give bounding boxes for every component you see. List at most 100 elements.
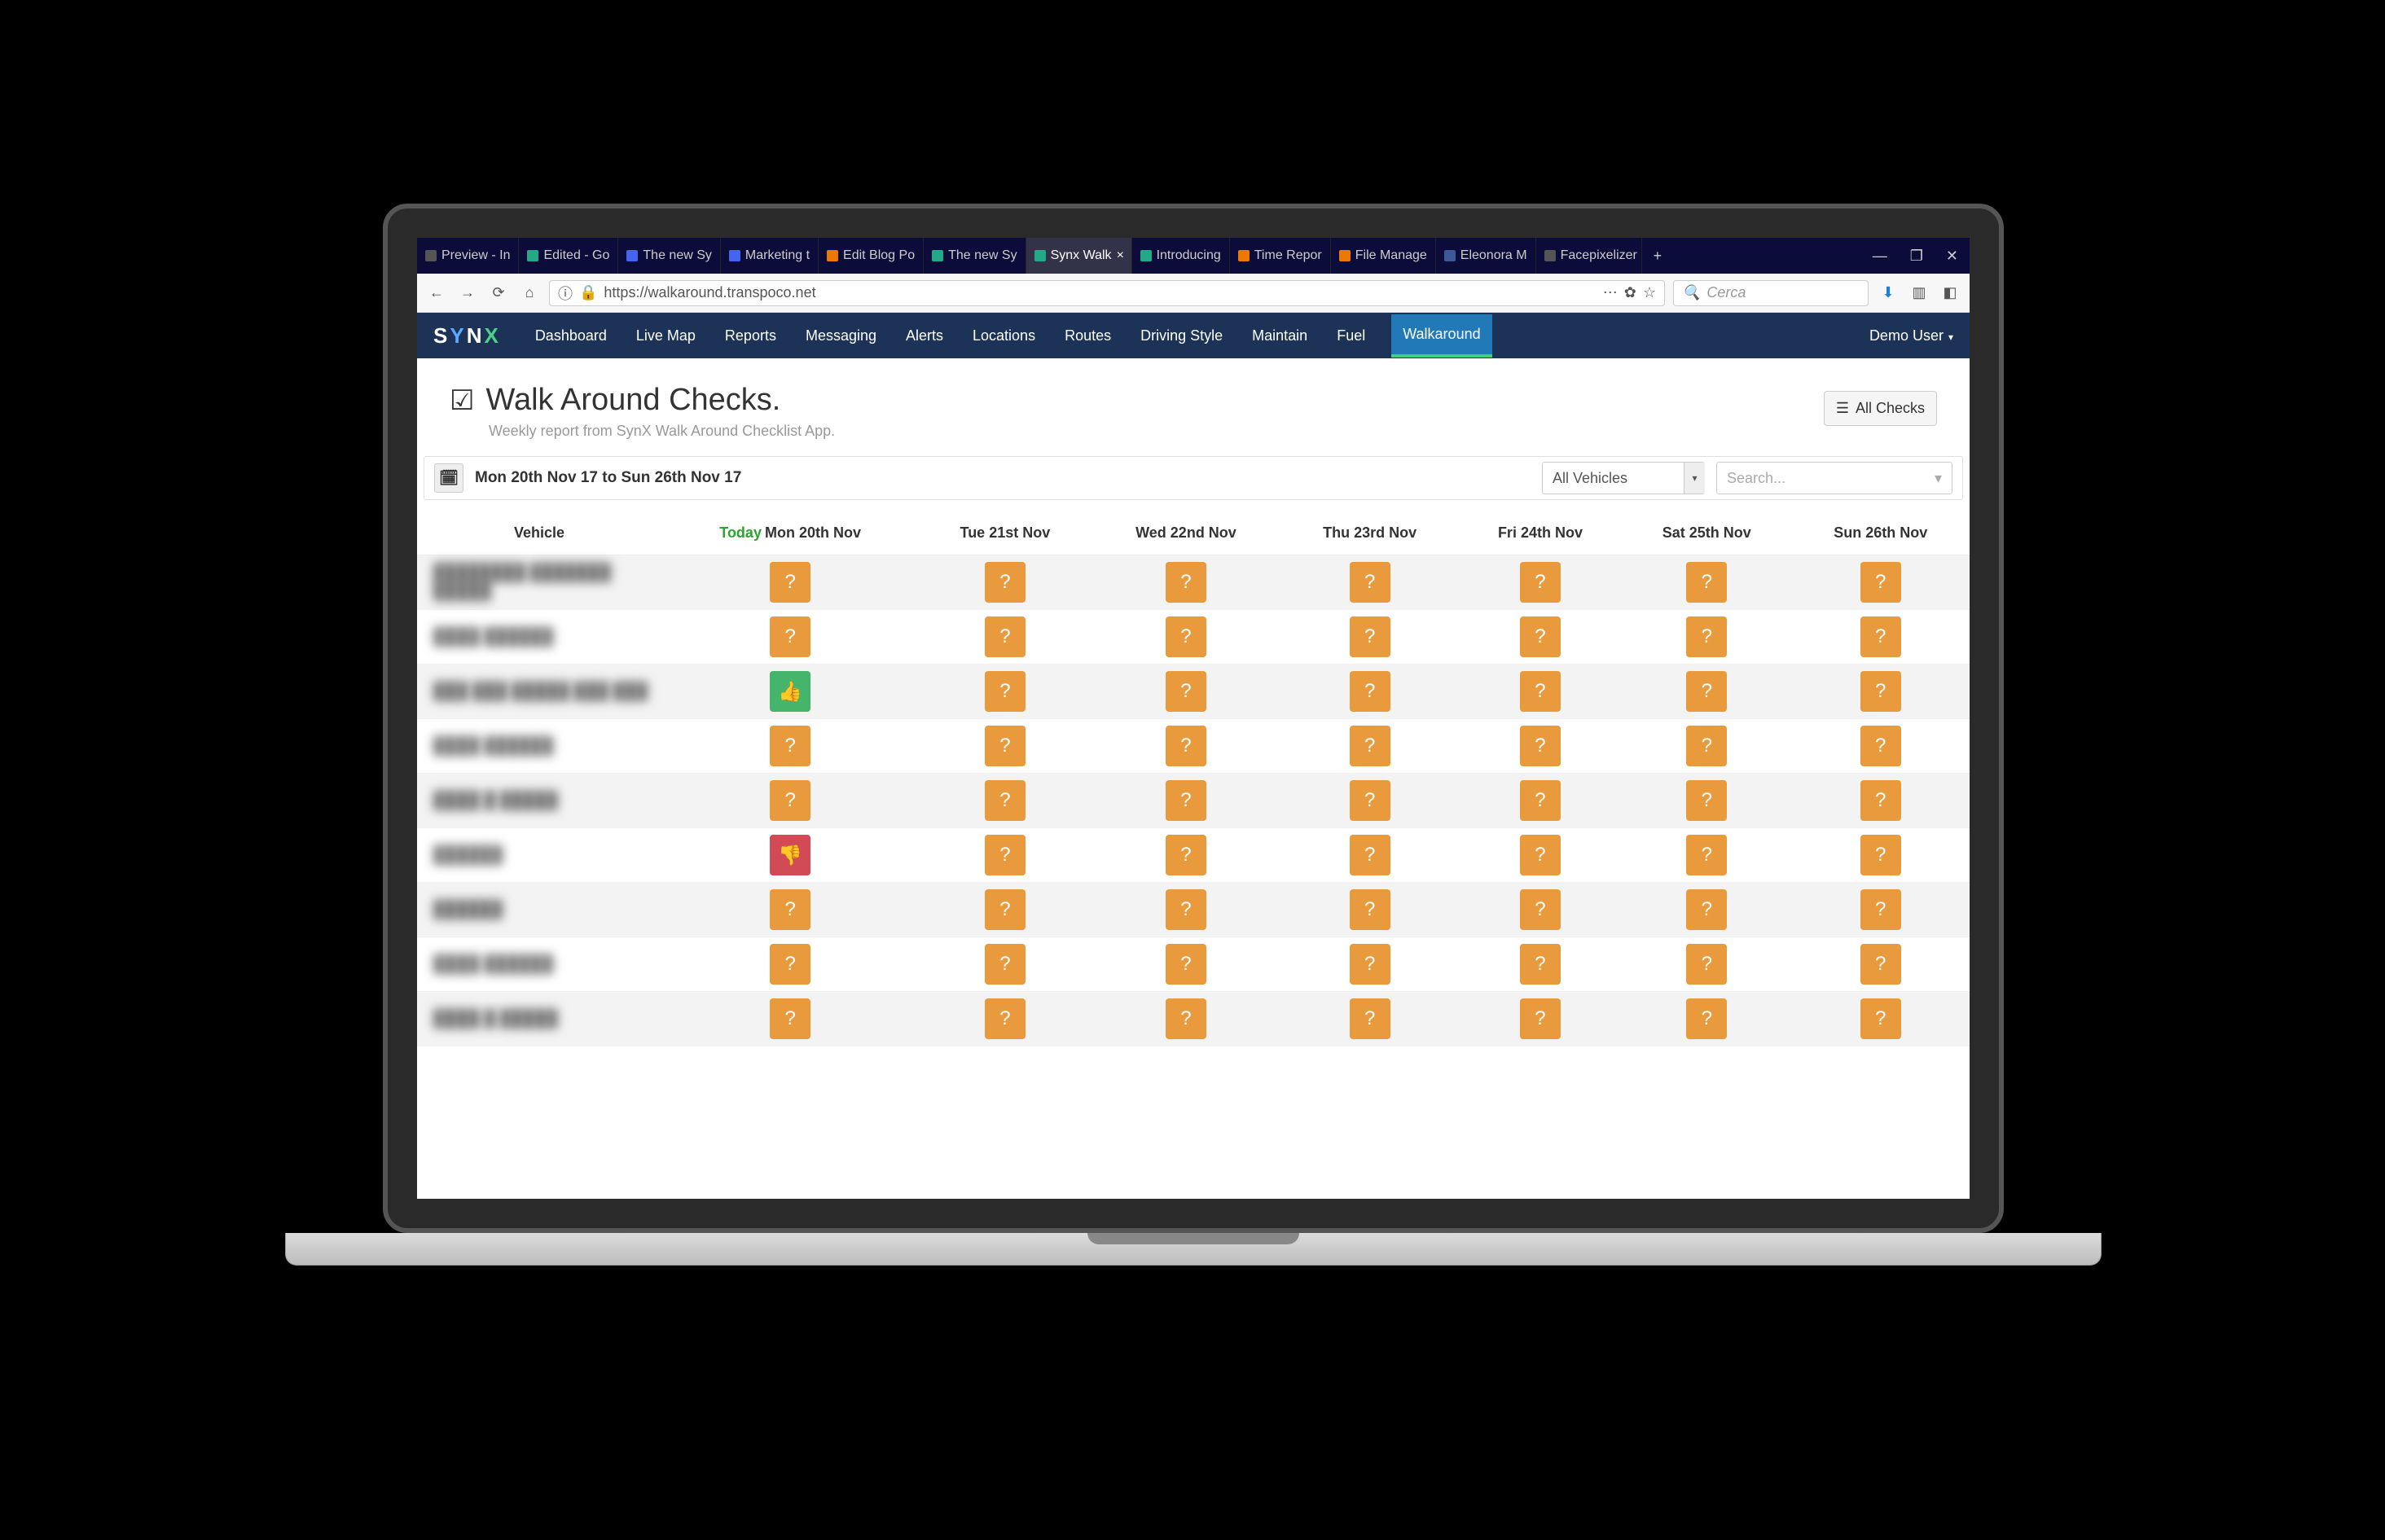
back-icon[interactable]: ← bbox=[425, 284, 448, 301]
nav-driving-style[interactable]: Driving Style bbox=[1137, 314, 1226, 358]
check-cell[interactable]: ? bbox=[661, 610, 919, 665]
check-cell[interactable]: ? bbox=[1622, 992, 1791, 1046]
check-cell[interactable]: ? bbox=[919, 828, 1091, 883]
nav-walkaround[interactable]: Walkaround bbox=[1391, 314, 1491, 358]
browser-tab[interactable]: Facepixelizer | P bbox=[1536, 238, 1642, 274]
all-checks-button[interactable]: ☰ All Checks bbox=[1824, 391, 1937, 426]
minimize-button[interactable]: — bbox=[1861, 248, 1899, 265]
maximize-button[interactable]: ❐ bbox=[1899, 248, 1935, 265]
check-cell[interactable]: ? bbox=[919, 665, 1091, 719]
check-cell[interactable]: ? bbox=[1459, 719, 1622, 774]
bookmark-icon[interactable]: ☆ bbox=[1643, 284, 1656, 301]
check-cell[interactable]: ? bbox=[1459, 610, 1622, 665]
new-tab-button[interactable]: + bbox=[1642, 248, 1674, 265]
nav-live-map[interactable]: Live Map bbox=[633, 314, 699, 358]
library-icon[interactable]: ▥ bbox=[1908, 284, 1930, 301]
browser-tab[interactable]: Edit Blog Po bbox=[819, 238, 924, 274]
check-cell[interactable]: ? bbox=[1791, 828, 1970, 883]
check-cell[interactable]: ? bbox=[1280, 774, 1458, 828]
check-cell[interactable]: ? bbox=[1280, 610, 1458, 665]
browser-tab[interactable]: Synx Walk× bbox=[1026, 238, 1132, 274]
check-cell[interactable]: ? bbox=[1459, 937, 1622, 992]
check-cell[interactable]: ? bbox=[1091, 883, 1281, 937]
brand-logo[interactable]: SYNX bbox=[433, 323, 499, 349]
check-cell[interactable]: ? bbox=[919, 937, 1091, 992]
browser-tab[interactable]: Marketing t bbox=[721, 238, 819, 274]
reload-icon[interactable]: ⟳ bbox=[487, 284, 510, 301]
check-cell[interactable]: ? bbox=[1622, 828, 1791, 883]
user-menu[interactable]: Demo User bbox=[1869, 327, 1953, 344]
check-cell[interactable]: ? bbox=[919, 719, 1091, 774]
check-cell[interactable]: ? bbox=[1459, 992, 1622, 1046]
home-icon[interactable]: ⌂ bbox=[518, 284, 541, 301]
nav-locations[interactable]: Locations bbox=[969, 314, 1039, 358]
close-icon[interactable]: × bbox=[1117, 248, 1124, 263]
nav-routes[interactable]: Routes bbox=[1061, 314, 1114, 358]
close-window-button[interactable]: ✕ bbox=[1935, 248, 1970, 265]
browser-tab[interactable]: Introducing bbox=[1132, 238, 1230, 274]
date-range-picker[interactable]: 🗓 Mon 20th Nov 17 to Sun 26th Nov 17 bbox=[434, 463, 741, 493]
sidebar-icon[interactable]: ◧ bbox=[1939, 284, 1961, 301]
check-cell[interactable]: ? bbox=[661, 719, 919, 774]
check-cell[interactable]: 👎 bbox=[661, 828, 919, 883]
download-icon[interactable]: ⬇ bbox=[1877, 284, 1900, 301]
nav-reports[interactable]: Reports bbox=[722, 314, 780, 358]
nav-messaging[interactable]: Messaging bbox=[802, 314, 880, 358]
reader-icon[interactable]: ✿ bbox=[1624, 284, 1636, 301]
check-cell[interactable]: ? bbox=[1280, 665, 1458, 719]
check-cell[interactable]: ? bbox=[1791, 992, 1970, 1046]
check-cell[interactable]: ? bbox=[1622, 937, 1791, 992]
check-cell[interactable]: ? bbox=[1459, 555, 1622, 610]
check-cell[interactable]: ? bbox=[1459, 828, 1622, 883]
url-input[interactable]: ⓘ 🔒 https://walkaround.transpoco.net ⋯ ✿… bbox=[549, 280, 1665, 306]
check-cell[interactable]: ? bbox=[661, 555, 919, 610]
check-cell[interactable]: ? bbox=[1622, 665, 1791, 719]
check-cell[interactable]: ? bbox=[1791, 719, 1970, 774]
check-cell[interactable]: ? bbox=[1459, 883, 1622, 937]
check-cell[interactable]: ? bbox=[661, 883, 919, 937]
check-cell[interactable]: ? bbox=[1091, 828, 1281, 883]
check-cell[interactable]: ? bbox=[1280, 992, 1458, 1046]
browser-tab[interactable]: Preview - In bbox=[417, 238, 519, 274]
check-cell[interactable]: ? bbox=[1791, 883, 1970, 937]
check-cell[interactable]: ? bbox=[661, 937, 919, 992]
check-cell[interactable]: ? bbox=[1280, 555, 1458, 610]
check-cell[interactable]: ? bbox=[1280, 828, 1458, 883]
check-cell[interactable]: ? bbox=[1791, 555, 1970, 610]
check-cell[interactable]: ? bbox=[1791, 665, 1970, 719]
check-cell[interactable]: ? bbox=[919, 555, 1091, 610]
browser-tab[interactable]: Eleonora M bbox=[1436, 238, 1536, 274]
check-cell[interactable]: ? bbox=[919, 883, 1091, 937]
check-cell[interactable]: ? bbox=[1280, 719, 1458, 774]
check-cell[interactable]: ? bbox=[1091, 719, 1281, 774]
check-cell[interactable]: ? bbox=[661, 774, 919, 828]
check-cell[interactable]: ? bbox=[1622, 774, 1791, 828]
check-cell[interactable]: ? bbox=[1791, 937, 1970, 992]
check-cell[interactable]: ? bbox=[1280, 883, 1458, 937]
check-cell[interactable]: ? bbox=[1091, 665, 1281, 719]
check-cell[interactable]: ? bbox=[1091, 774, 1281, 828]
check-cell[interactable]: ? bbox=[1091, 610, 1281, 665]
browser-tab[interactable]: Time Repor bbox=[1230, 238, 1331, 274]
check-cell[interactable]: 👍 bbox=[661, 665, 919, 719]
browser-tab[interactable]: Edited - Go bbox=[519, 238, 618, 274]
check-cell[interactable]: ? bbox=[661, 992, 919, 1046]
check-cell[interactable]: ? bbox=[1622, 719, 1791, 774]
check-cell[interactable]: ? bbox=[1091, 992, 1281, 1046]
nav-alerts[interactable]: Alerts bbox=[903, 314, 947, 358]
browser-tab[interactable]: The new Sy bbox=[924, 238, 1026, 274]
check-cell[interactable]: ? bbox=[1622, 610, 1791, 665]
check-cell[interactable]: ? bbox=[919, 610, 1091, 665]
check-cell[interactable]: ? bbox=[1791, 610, 1970, 665]
check-cell[interactable]: ? bbox=[1280, 937, 1458, 992]
more-icon[interactable]: ⋯ bbox=[1603, 284, 1618, 301]
check-cell[interactable]: ? bbox=[1091, 555, 1281, 610]
search-input[interactable]: Search... ▾ bbox=[1716, 462, 1952, 494]
forward-icon[interactable]: → bbox=[456, 284, 479, 301]
browser-search-input[interactable]: 🔍 Cerca bbox=[1673, 280, 1869, 306]
check-cell[interactable]: ? bbox=[1459, 665, 1622, 719]
check-cell[interactable]: ? bbox=[1622, 883, 1791, 937]
check-cell[interactable]: ? bbox=[1791, 774, 1970, 828]
vehicle-filter-dropdown[interactable]: All Vehicles ▾ bbox=[1542, 462, 1705, 494]
browser-tab[interactable]: File Manage bbox=[1331, 238, 1436, 274]
